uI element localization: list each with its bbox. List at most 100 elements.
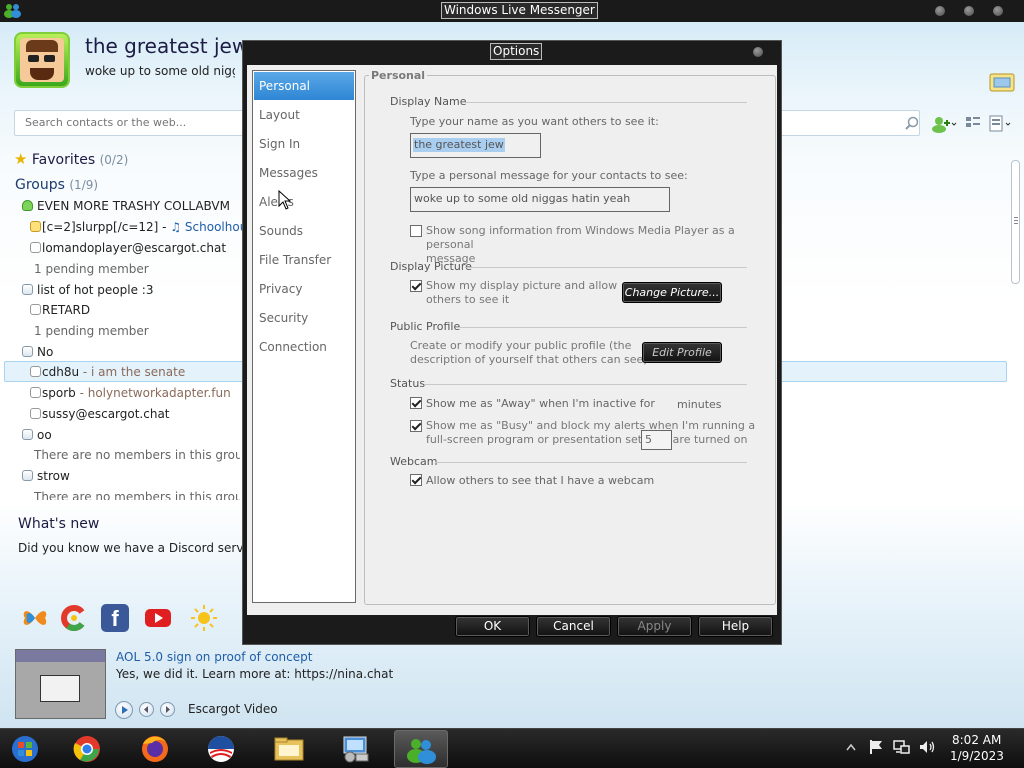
clock-date[interactable]: 1/9/2023 [950,749,1004,763]
help-button[interactable]: Help [698,616,773,637]
contact-name: sussy@escargot.chat [42,407,170,421]
start-button-icon[interactable] [8,734,42,764]
previous-button[interactable] [139,702,154,717]
personal-panel: Personal Display Name Type your name as … [364,69,776,605]
next-button[interactable] [160,702,175,717]
whats-new-text[interactable]: Did you know we have a Discord server? J… [18,541,243,555]
next-icon [166,706,170,713]
personal-message[interactable]: woke up to some old niggas hatin yeah [85,64,235,78]
group-icon [22,470,33,481]
nav-sign-in[interactable]: Sign In [254,130,354,158]
nav-layout[interactable]: Layout [254,101,354,129]
allow-webcam-checkbox[interactable] [410,474,422,486]
favorites-count: (0/2) [99,153,129,167]
contact-personal-message: - holynetworkadapter.fun [75,386,231,400]
show-picture-label: Show my display picture and allow others … [426,279,618,306]
nav-sounds[interactable]: Sounds [254,217,354,245]
network-icon[interactable] [892,739,910,755]
contact-personal-message: - i am the senate [79,365,186,379]
minimize-button[interactable] [935,6,945,16]
search-icon[interactable] [905,116,919,130]
show-picture-checkbox[interactable] [410,280,422,292]
group-name: EVEN MORE TRASHY COLLABVM [37,199,230,213]
away-minutes-field[interactable] [641,430,672,450]
nav-file-transfer[interactable]: File Transfer [254,246,354,274]
group-icon [22,284,33,295]
nav-connection[interactable]: Connection [254,333,354,361]
show-song-checkbox[interactable] [410,225,422,237]
add-contact-icon[interactable] [929,114,957,134]
play-button[interactable] [115,701,133,719]
mouse-cursor-icon [278,190,292,210]
ok-button[interactable]: OK [455,616,530,637]
contact-separator: - [158,220,171,234]
apply-button[interactable]: Apply [617,616,692,637]
youtube-icon[interactable] [144,604,172,632]
action-center-flag-icon[interactable] [868,739,884,755]
clock-time[interactable]: 8:02 AM [952,733,1001,747]
window-title: Windows Live Messenger [441,2,598,19]
webcam-header: Webcam [390,455,438,468]
edit-profile-button[interactable]: Edit Profile [642,342,722,363]
show-busy-checkbox[interactable] [410,420,422,432]
group-icon [22,346,33,357]
video-thumbnail[interactable] [15,649,106,719]
display-name-field[interactable]: the greatest jew [410,133,541,158]
show-away-label: Show me as "Away" when I'm inactive for [426,397,655,410]
favorites-header[interactable]: ★ Favorites (0/2) [14,150,128,168]
video-source: Escargot Video [188,702,278,716]
nav-security[interactable]: Security [254,304,354,332]
empty-group-text: There are no members in this group. [34,448,240,462]
obama-logo-icon[interactable] [204,734,238,764]
facebook-icon[interactable]: f [101,604,129,632]
nav-alerts[interactable]: Alerts [254,188,354,216]
display-name-header: Display Name [390,95,467,108]
video-title-link[interactable]: AOL 5.0 sign on proof of concept [116,650,312,664]
control-panel-icon[interactable] [338,734,372,764]
avatar[interactable] [14,32,70,88]
messenger-taskbar-icon [407,739,436,764]
show-away-checkbox[interactable] [410,397,422,409]
status-offline-icon [30,387,41,398]
layout-options-icon[interactable] [964,114,982,134]
pending-members[interactable]: 1 pending member [34,321,149,341]
group-icon [22,429,33,440]
nav-personal[interactable]: Personal [254,72,354,100]
away-minutes-input[interactable] [645,433,669,446]
groups-header[interactable]: Groups (1/9) [15,177,98,193]
mail-icon[interactable] [988,70,1016,94]
volume-icon[interactable] [918,739,936,755]
title-bar[interactable]: Windows Live Messenger [0,0,1024,22]
close-button[interactable] [993,6,1003,16]
display-name-value: the greatest jew [413,138,505,152]
menu-icon[interactable] [988,114,1016,134]
nav-messages[interactable]: Messages [254,159,354,187]
play-icon [122,706,128,714]
status-offline-icon [30,242,41,253]
group-name: No [37,345,54,359]
display-name[interactable]: the greatest jew [85,34,248,58]
dialog-close-button[interactable] [753,47,763,57]
taskbar-messenger-active[interactable] [394,730,448,768]
nav-privacy[interactable]: Privacy [254,275,354,303]
show-hidden-icons-icon[interactable] [846,743,856,751]
pending-members[interactable]: 1 pending member [34,259,149,279]
butterfly-icon[interactable] [21,604,49,632]
cancel-button[interactable]: Cancel [536,616,611,637]
contact-name: [c=2]slurpp[/c=12] [42,220,159,234]
scrollbar-thumb[interactable] [1011,160,1020,284]
previous-icon [144,706,148,713]
status-offline-icon [30,408,41,419]
maximize-button[interactable] [964,6,974,16]
star-icon: ★ [14,150,28,168]
empty-group-text: There are no members in this group. [34,490,240,500]
weather-sun-icon[interactable] [190,604,218,632]
firefox-icon[interactable] [138,734,172,764]
change-picture-button[interactable]: Change Picture... [622,282,722,303]
status-offline-icon [30,304,41,315]
chrome-icon[interactable] [70,734,104,764]
chrome-c-icon[interactable] [60,604,88,632]
personal-message-field[interactable]: woke up to some old niggas hatin yeah [410,187,670,212]
file-explorer-icon[interactable] [272,734,306,764]
contact-list-scrollbar[interactable] [1008,150,1024,502]
